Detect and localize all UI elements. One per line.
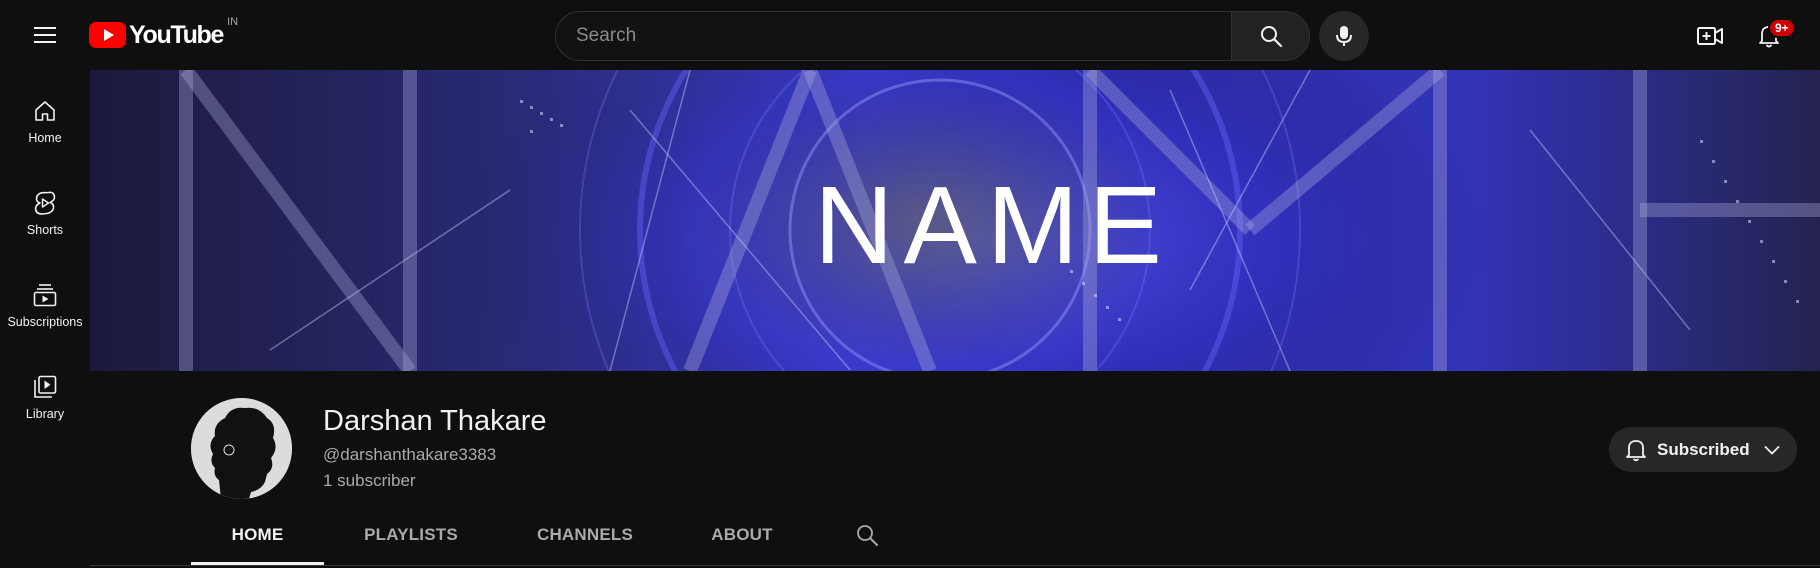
subscriptions-icon bbox=[32, 282, 58, 308]
channel-avatar[interactable] bbox=[191, 398, 292, 499]
channel-tabs: HOME PLAYLISTS CHANNELS ABOUT bbox=[0, 506, 1820, 566]
banner-title: NAME bbox=[814, 164, 1172, 287]
shorts-icon bbox=[32, 190, 58, 216]
subscribed-button[interactable]: Subscribed bbox=[1609, 427, 1797, 472]
bell-icon bbox=[1626, 439, 1646, 461]
hamburger-menu-icon bbox=[34, 27, 56, 43]
channel-search-button[interactable] bbox=[852, 520, 882, 550]
search-icon bbox=[1260, 26, 1282, 48]
search-box bbox=[555, 11, 1232, 61]
search-icon bbox=[857, 525, 878, 546]
search-button[interactable] bbox=[1231, 11, 1310, 61]
tab-playlists[interactable]: PLAYLISTS bbox=[344, 506, 478, 564]
channel-handle: @darshanthakare3383 bbox=[323, 445, 497, 464]
create-video-button[interactable] bbox=[1688, 14, 1732, 58]
banner-name-logo: NAME bbox=[814, 164, 1172, 287]
guide-item-shorts[interactable]: Shorts bbox=[4, 166, 86, 246]
guide-item-subscriptions[interactable]: Subscriptions bbox=[4, 258, 86, 338]
masthead: YouTube IN Search 9+ bbox=[0, 0, 1820, 70]
voice-search-button[interactable] bbox=[1319, 11, 1369, 61]
search-input[interactable] bbox=[576, 25, 1231, 47]
tab-about[interactable]: ABOUT bbox=[692, 506, 792, 564]
banner-art: NAME bbox=[90, 70, 1820, 371]
library-icon bbox=[32, 374, 58, 400]
guide-item-library[interactable]: Library bbox=[4, 350, 86, 430]
guide-menu-button[interactable] bbox=[22, 15, 68, 55]
avatar-silhouette-image bbox=[191, 398, 292, 499]
microphone-icon bbox=[1336, 26, 1352, 46]
channel-name: Darshan Thakare bbox=[323, 405, 547, 437]
subscriber-count: 1 subscriber bbox=[323, 471, 416, 490]
chevron-down-icon bbox=[1763, 445, 1780, 455]
guide-item-label: Home bbox=[28, 131, 62, 145]
youtube-logo[interactable]: YouTube IN bbox=[89, 16, 239, 52]
logo-wordmark: YouTube bbox=[129, 20, 224, 49]
subscribed-label: Subscribed bbox=[1657, 439, 1750, 459]
tab-home[interactable]: HOME bbox=[191, 506, 324, 564]
guide-item-label: Subscriptions bbox=[7, 315, 83, 329]
home-icon bbox=[32, 98, 58, 124]
video-camera-plus-icon bbox=[1697, 27, 1723, 45]
logo-country-code: IN bbox=[227, 16, 239, 28]
notification-count-badge: 9+ bbox=[1768, 18, 1796, 38]
guide-item-label: Shorts bbox=[26, 223, 64, 237]
youtube-play-icon bbox=[89, 22, 126, 48]
guide-item-label: Library bbox=[25, 407, 65, 421]
tab-channels[interactable]: CHANNELS bbox=[519, 506, 651, 564]
youtube-channel-page: YouTube IN Search 9+ Home Shorts Subscri… bbox=[0, 0, 1820, 568]
tabs-divider bbox=[90, 565, 1820, 566]
channel-banner[interactable]: NAME bbox=[90, 70, 1820, 371]
guide-item-home[interactable]: Home bbox=[4, 74, 86, 154]
